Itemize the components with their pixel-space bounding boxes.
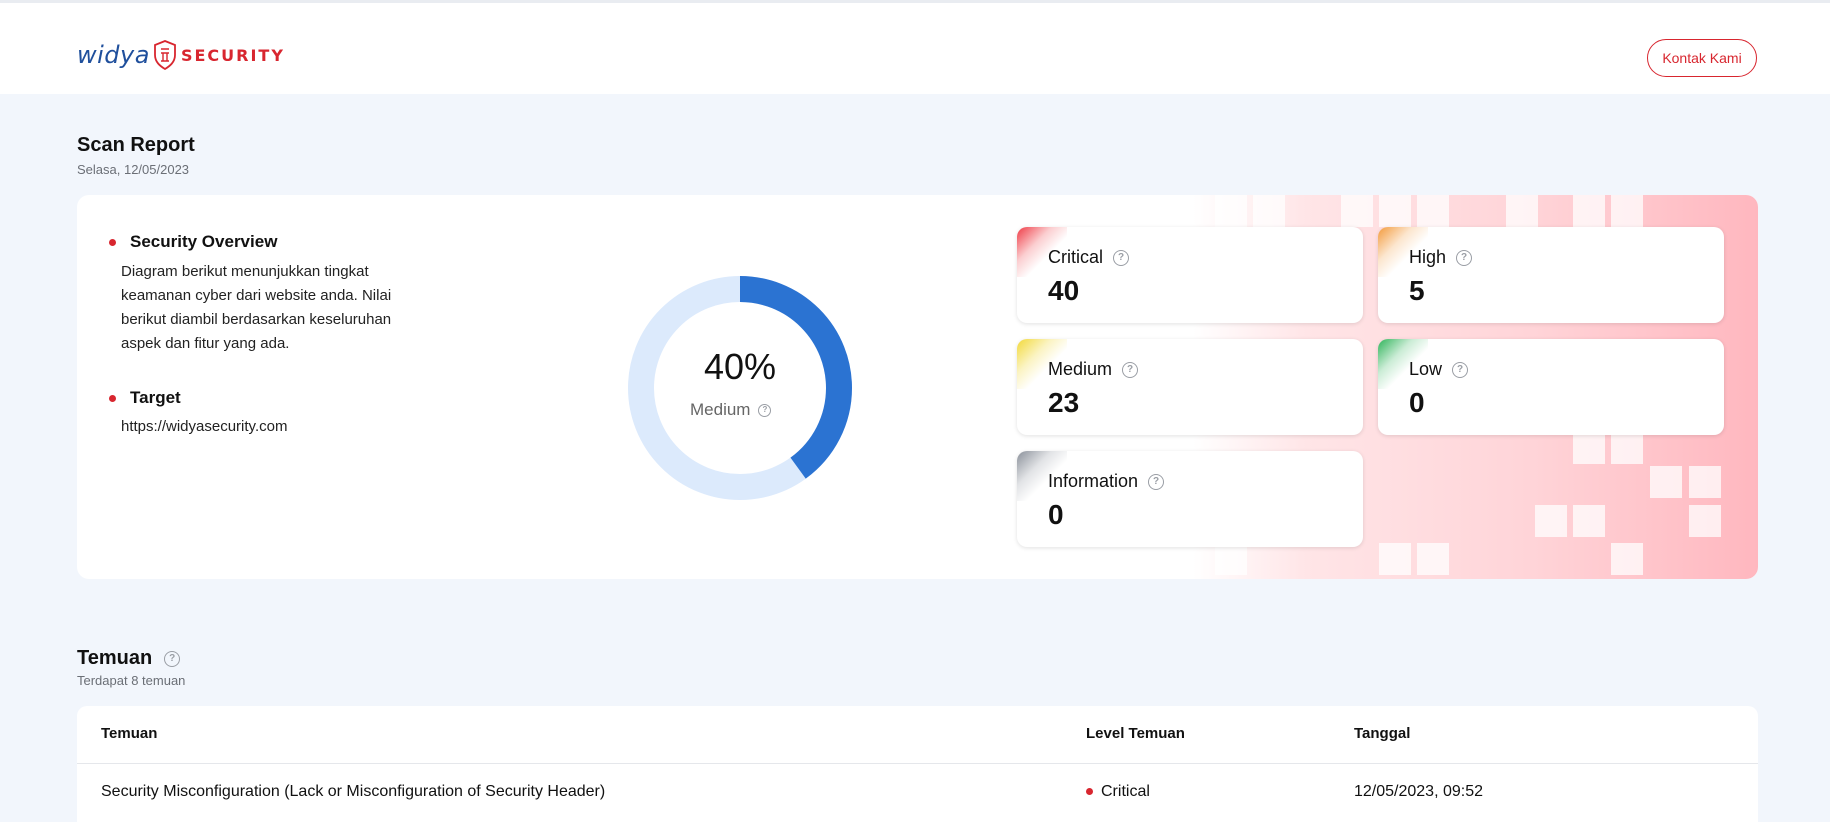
bullet-dot <box>109 395 116 402</box>
overview-title: Security Overview <box>130 232 278 251</box>
severity-card-high[interactable]: High? 5 <box>1378 227 1724 323</box>
report-date: Selasa, 12/05/2023 <box>77 162 190 177</box>
row-divider <box>77 763 1758 764</box>
security-score-donut <box>628 276 852 500</box>
logo-wordmark: widya <box>77 41 150 69</box>
score-level: Medium ? <box>690 400 772 420</box>
help-icon[interactable]: ? <box>758 403 772 417</box>
bullet-dot <box>109 239 116 246</box>
severity-name: Medium <box>1048 359 1113 379</box>
finding-name[interactable]: Security Misconfiguration (Lack or Misco… <box>101 783 605 801</box>
target-url: https://widyasecurity.com <box>121 418 288 435</box>
severity-count: 0 <box>1048 499 1064 530</box>
score-percent: 40% <box>703 346 777 387</box>
help-icon[interactable]: ? <box>1456 249 1473 266</box>
target-title: Target <box>130 388 181 407</box>
scan-report-card: Security Overview Diagram berikut menunj… <box>77 195 1758 579</box>
severity-count: 0 <box>1409 387 1425 418</box>
help-icon[interactable]: ? <box>1452 361 1469 378</box>
severity-count: 5 <box>1409 275 1425 306</box>
score-level-text: Medium <box>690 400 751 419</box>
severity-count: 40 <box>1048 275 1080 306</box>
finding-level: Critical <box>1086 783 1150 801</box>
severity-name: Information <box>1048 471 1139 491</box>
page-title: Scan Report <box>77 134 195 156</box>
help-icon[interactable]: ? <box>1148 473 1165 490</box>
top-navbar: widya SECURITY Kontak Kami <box>0 0 1830 94</box>
column-header-temuan[interactable]: Temuan <box>101 725 157 742</box>
help-icon[interactable]: ? <box>164 650 181 667</box>
column-header-level[interactable]: Level Temuan <box>1086 725 1185 742</box>
findings-table: Temuan Level Temuan Tanggal Security Mis… <box>77 706 1758 822</box>
logo-subtext: SECURITY <box>180 45 285 65</box>
help-icon[interactable]: ? <box>1122 361 1139 378</box>
level-dot <box>1086 788 1093 796</box>
shield-logo-icon <box>154 40 176 70</box>
severity-name: Critical <box>1048 247 1104 267</box>
help-icon[interactable]: ? <box>1113 249 1130 266</box>
findings-subtitle: Terdapat 8 temuan <box>77 673 186 688</box>
severity-count: 23 <box>1048 387 1080 418</box>
severity-name: High <box>1409 247 1447 267</box>
finding-level-text: Critical <box>1101 783 1150 800</box>
severity-name: Low <box>1409 359 1443 379</box>
findings-title-text: Temuan <box>77 647 153 669</box>
column-header-tanggal[interactable]: Tanggal <box>1354 725 1410 742</box>
contact-button[interactable]: Kontak Kami <box>1647 39 1757 77</box>
severity-card-information[interactable]: Information? 0 <box>1017 451 1363 547</box>
overview-description: Diagram berikut menunjukkan tingkat keam… <box>121 263 392 352</box>
severity-card-medium[interactable]: Medium? 23 <box>1017 339 1363 435</box>
findings-title: Temuan ? <box>77 647 181 670</box>
widya-security-logo[interactable]: widya SECURITY <box>77 40 285 70</box>
severity-card-critical[interactable]: Critical? 40 <box>1017 227 1363 323</box>
severity-card-low[interactable]: Low? 0 <box>1378 339 1724 435</box>
finding-date: 12/05/2023, 09:52 <box>1354 783 1484 800</box>
